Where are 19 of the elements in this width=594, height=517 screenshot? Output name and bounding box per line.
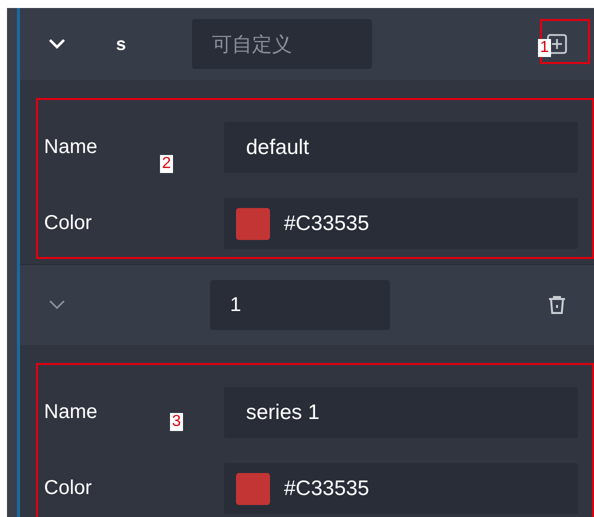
series-title: s (116, 34, 128, 54)
color-field[interactable]: #C33535 (224, 463, 578, 514)
annotation-number: 1 (538, 39, 551, 57)
field-label: Name (44, 401, 98, 424)
color-swatch[interactable] (236, 472, 270, 504)
annotation-number: 2 (160, 155, 173, 173)
trash-icon[interactable] (546, 294, 568, 316)
field-label: Color (44, 212, 92, 235)
annotation-number: 3 (170, 413, 183, 431)
color-value: #C33535 (284, 212, 370, 236)
field-label: Color (44, 477, 92, 500)
field-label: Name (44, 136, 98, 159)
name-field[interactable]: default (224, 122, 578, 173)
color-value: #C33535 (284, 476, 370, 500)
color-swatch[interactable] (236, 208, 270, 240)
color-field[interactable]: #C33535 (224, 198, 578, 249)
name-input[interactable]: 可自定义 (192, 19, 372, 69)
name-field[interactable]: series 1 (224, 387, 578, 438)
name-input[interactable]: 1 (210, 280, 390, 330)
